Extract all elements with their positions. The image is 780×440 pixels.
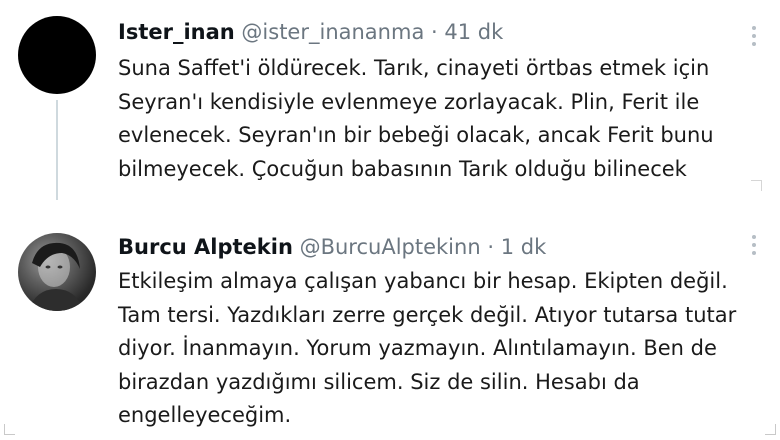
tweet-header: Burcu Alptekin @BurcuAlptekinn · 1 dk bbox=[118, 233, 546, 261]
screenshot-crop-mark bbox=[751, 180, 762, 191]
author-handle[interactable]: @BurcuAlptekinn bbox=[300, 235, 481, 259]
screenshot-crop-mark bbox=[765, 424, 776, 435]
thread-connector-line bbox=[56, 100, 58, 200]
more-vertical-icon[interactable] bbox=[750, 235, 758, 259]
author-name[interactable]: Ister_inan bbox=[118, 20, 235, 44]
separator-dot: · bbox=[487, 235, 495, 259]
avatar[interactable] bbox=[18, 16, 96, 94]
author-handle[interactable]: @ister_inananma bbox=[241, 20, 424, 44]
tweet[interactable]: Burcu Alptekin @BurcuAlptekinn · 1 dk Et… bbox=[0, 225, 780, 435]
tweet-timestamp[interactable]: 1 dk bbox=[501, 235, 547, 259]
author-name[interactable]: Burcu Alptekin bbox=[118, 235, 293, 259]
screenshot-crop-mark bbox=[4, 424, 15, 435]
separator-dot: · bbox=[431, 20, 438, 44]
tweet-text: Etkileşim almaya çalışan yabancı bir hes… bbox=[118, 269, 737, 427]
tweet-header: Ister_inan @ister_inananma · 41 dk bbox=[118, 18, 503, 46]
tweet-thread-screenshot: Ister_inan @ister_inananma · 41 dk Suna … bbox=[0, 0, 780, 440]
tweet[interactable]: Ister_inan @ister_inananma · 41 dk Suna … bbox=[0, 0, 780, 200]
avatar[interactable] bbox=[18, 233, 96, 311]
tweet-text: Suna Saffet'i öldürecek. Tarık, cinayeti… bbox=[118, 56, 714, 181]
tweet-timestamp[interactable]: 41 dk bbox=[444, 20, 503, 44]
more-vertical-icon[interactable] bbox=[750, 26, 758, 50]
